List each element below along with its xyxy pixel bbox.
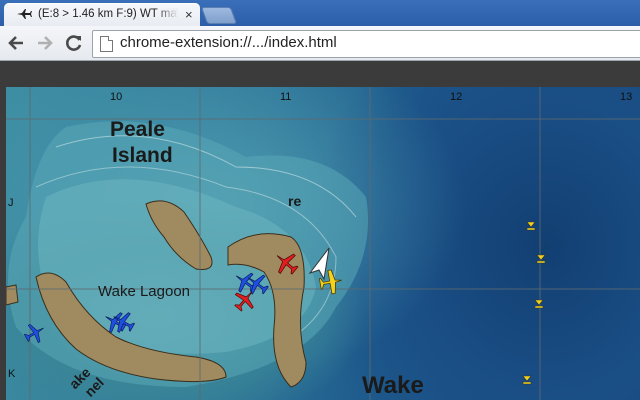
grid-row-label: K: [8, 368, 16, 380]
map-canvas[interactable]: 10 11 12 13 J K Peale Island Wake Lagoon…: [6, 87, 640, 400]
place-name-lagoon: Wake Lagoon: [98, 283, 191, 300]
active-tab[interactable]: (E:8 > 1.46 km F:9) WT ma ×: [4, 3, 200, 26]
reload-icon[interactable]: [64, 33, 84, 53]
plane-favicon-icon: [17, 9, 32, 19]
place-name-reef: re: [288, 193, 302, 209]
map-overlay: [6, 87, 640, 400]
page-icon: [100, 36, 113, 52]
grid-col-label: 13: [620, 91, 633, 103]
grid-col-label: 11: [280, 91, 292, 103]
tab-close-icon[interactable]: ×: [185, 7, 193, 22]
ground-target-icon: [522, 375, 532, 385]
new-tab-button[interactable]: [200, 7, 238, 24]
url-text: chrome-extension://.../index.html: [120, 34, 337, 51]
enemy-fighter-icon[interactable]: [272, 250, 300, 276]
allied-fighter-icon[interactable]: [110, 310, 136, 334]
forward-arrow-icon[interactable]: [35, 33, 55, 53]
ground-target-icon: [526, 221, 536, 231]
ground-target-icon: [534, 299, 544, 309]
target-markers: [522, 221, 546, 385]
place-name-island: Island: [112, 144, 173, 167]
islet-landmass: [6, 284, 19, 306]
address-bar[interactable]: chrome-extension://.../index.html: [92, 30, 640, 58]
tab-title: (E:8 > 1.46 km F:9) WT ma: [38, 8, 178, 20]
page-viewport: 10 11 12 13 J K Peale Island Wake Lagoon…: [0, 61, 640, 400]
place-name-wake: Wake: [362, 372, 424, 399]
place-name-peale: Peale: [110, 118, 165, 141]
tab-strip: (E:8 > 1.46 km F:9) WT ma ×: [0, 0, 640, 26]
back-arrow-icon[interactable]: [6, 33, 26, 53]
enemy-fighter-icon[interactable]: [232, 288, 258, 312]
grid-col-label: 12: [450, 91, 463, 103]
browser-window: (E:8 > 1.46 km F:9) WT ma × chrome-exten…: [0, 0, 640, 400]
player-bomber-icon[interactable]: [318, 269, 344, 295]
ground-target-icon: [536, 254, 546, 264]
grid-row-label: J: [8, 197, 14, 209]
allied-fighter-icon[interactable]: [23, 322, 47, 344]
grid-col-label: 10: [110, 91, 123, 103]
